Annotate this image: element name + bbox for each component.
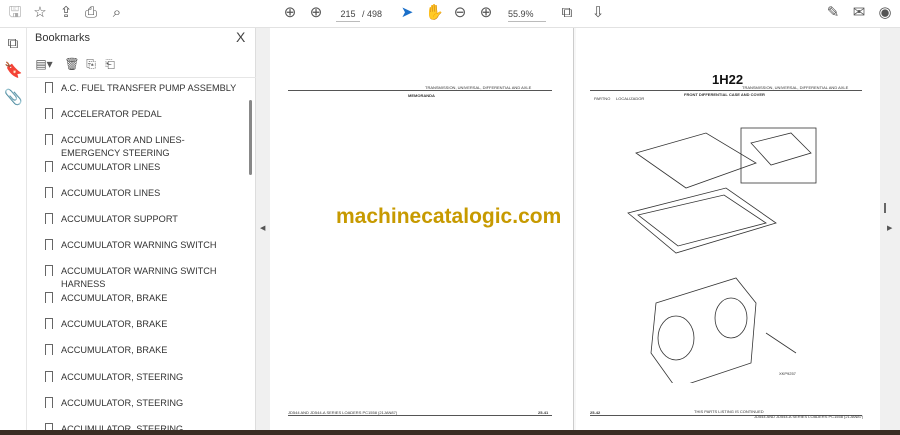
page-number: 25-42 xyxy=(590,410,601,415)
print-icon[interactable]: ⎙ xyxy=(82,5,100,21)
close-icon[interactable]: X xyxy=(236,29,245,45)
page-subheader: MEMORANDA xyxy=(408,93,435,98)
search-icon[interactable]: ⌕ xyxy=(108,5,126,21)
parts-diagram xyxy=(627,127,817,383)
bookmark-item[interactable]: A.C. FUEL TRANSFER PUMP ASSEMBLY xyxy=(45,82,241,95)
page-code: 1H22 xyxy=(712,72,744,87)
pages-icon[interactable]: ⧉ xyxy=(4,36,22,52)
bookmark-icon xyxy=(45,82,53,93)
bookmark-label: ACCUMULATOR LINES xyxy=(61,188,161,198)
bookmark-item[interactable]: ACCUMULATOR LINES xyxy=(45,187,241,200)
page-subheader: FRONT DIFFERENTIAL CASE AND COVER xyxy=(684,92,765,97)
delete-icon[interactable]: 🗑 xyxy=(63,56,81,72)
bookmark-icon xyxy=(45,292,53,303)
bookmark-icon xyxy=(45,423,53,430)
sign-icon[interactable]: ✎ xyxy=(824,5,842,21)
page-number-input[interactable]: 215 xyxy=(336,6,360,22)
figure-id: XKP9257 xyxy=(779,371,796,376)
bookmark-icon xyxy=(45,344,53,355)
bookmark-item[interactable]: ACCUMULATOR WARNING SWITCH HARNESS xyxy=(45,265,241,291)
zoom-in-icon[interactable]: ⊕ xyxy=(477,5,495,21)
select-cursor-icon[interactable]: ➤ xyxy=(398,5,416,21)
taskbar xyxy=(0,430,900,435)
account-icon[interactable]: ◉ xyxy=(876,5,894,21)
bookmark-label: ACCUMULATOR WARNING SWITCH HARNESS xyxy=(61,266,217,289)
watermark: machinecatalogic.com xyxy=(336,205,562,228)
bookmarks-panel: Bookmarks X ▤▾ 🗑 ⎘ ⎗ A.C. FUEL TRANSFER … xyxy=(27,28,256,430)
page-right: 1H22 TRANSMISSION, UNIVERSAL, DIFFERENTI… xyxy=(576,28,880,430)
zoom-select[interactable]: 55.9% xyxy=(508,6,546,22)
collapse-arrow-icon[interactable]: ◀ xyxy=(260,224,265,232)
page-footer: JD544 AND JD544-A SERIES LOADERS PC1558 … xyxy=(288,410,398,415)
bookmark-icon xyxy=(45,371,53,382)
ref-label: PARTNO xyxy=(594,96,611,101)
bookmark-item[interactable]: ACCUMULATOR, BRAKE xyxy=(45,292,241,305)
bookmark-item[interactable]: ACCUMULATOR SUPPORT xyxy=(45,213,241,226)
page-footer: JD544 AND JD544-A SERIES LOADERS PC1558 … xyxy=(754,414,864,419)
bookmark-star-icon[interactable]: ☆ xyxy=(31,5,49,21)
email-icon[interactable]: ✉ xyxy=(850,5,868,21)
ref-label: LOCALIZADOR xyxy=(616,96,645,101)
bookmark-item[interactable]: ACCELERATOR PEDAL xyxy=(45,108,241,121)
bookmark-label: ACCUMULATOR AND LINES-EMERGENCY STEERING xyxy=(61,135,185,158)
prev-page-icon[interactable]: ⊕ xyxy=(281,5,299,21)
fit-page-icon[interactable]: ⧉ xyxy=(558,5,576,21)
bookmark-icon xyxy=(45,134,53,145)
scroll-mode-icon[interactable]: ⇩ xyxy=(589,5,607,21)
bookmark-label: ACCUMULATOR, STEERING xyxy=(61,372,184,382)
toolbar: 🖫 ☆ ⇪ ⎙ ⌕ ⊕ ⊕ 215 / 498 ➤ ✋ ⊖ ⊕ 55.9% ⧉ … xyxy=(0,0,900,28)
bookmark-label: ACCUMULATOR, BRAKE xyxy=(61,345,168,355)
bookmark-icon xyxy=(45,239,53,250)
bookmark-item[interactable]: ACCUMULATOR WARNING SWITCH xyxy=(45,239,241,252)
find-bookmark-icon[interactable]: ⎗ xyxy=(101,56,119,72)
scroll-thumb[interactable] xyxy=(884,203,886,213)
bookmark-icon xyxy=(45,265,53,276)
bookmark-icon xyxy=(45,397,53,408)
expand-arrow-icon[interactable]: ▶ xyxy=(887,224,892,232)
add-bookmark-icon[interactable]: ⎘ xyxy=(82,56,100,72)
bookmark-label: ACCUMULATOR, STEERING xyxy=(61,398,184,408)
bookmark-label: ACCUMULATOR LINES xyxy=(61,162,161,172)
bookmark-icon xyxy=(45,108,53,119)
next-page-icon[interactable]: ⊕ xyxy=(307,5,325,21)
side-icon-strip: ⧉ 🔖 📎 xyxy=(0,28,27,430)
bookmark-item[interactable]: ACCUMULATOR, STEERING xyxy=(45,397,241,410)
page-left: TRANSMISSION, UNIVERSAL, DIFFERENTIAL AN… xyxy=(270,28,574,430)
options-menu-icon[interactable]: ▤▾ xyxy=(35,56,53,72)
bookmark-item[interactable]: ACCUMULATOR, BRAKE xyxy=(45,318,241,331)
attachment-icon[interactable]: 📎 xyxy=(4,90,23,106)
right-scroll[interactable]: ▶ xyxy=(880,28,900,430)
page-header: TRANSMISSION, UNIVERSAL, DIFFERENTIAL AN… xyxy=(742,85,849,90)
bookmark-label: ACCUMULATOR, BRAKE xyxy=(61,319,168,329)
bookmark-icon xyxy=(45,187,53,198)
bookmark-icon xyxy=(45,213,53,224)
bookmark-item[interactable]: ACCUMULATOR AND LINES-EMERGENCY STEERING xyxy=(45,134,241,160)
bookmark-icon xyxy=(45,318,53,329)
page-total: / 498 xyxy=(362,9,383,19)
bookmark-label: ACCUMULATOR WARNING SWITCH xyxy=(61,240,217,250)
zoom-out-icon[interactable]: ⊖ xyxy=(451,5,469,21)
bookmark-item[interactable]: ACCUMULATOR, STEERING xyxy=(45,423,241,430)
panel-title: Bookmarks xyxy=(35,32,91,44)
bookmark-label: ACCUMULATOR SUPPORT xyxy=(61,214,178,224)
page-header: TRANSMISSION, UNIVERSAL, DIFFERENTIAL AN… xyxy=(425,85,532,90)
panel-collapse[interactable]: ◀ xyxy=(256,28,270,430)
bookmark-label: ACCUMULATOR, BRAKE xyxy=(61,293,168,303)
save-icon[interactable]: 🖫 xyxy=(6,5,24,21)
bookmark-icon xyxy=(45,161,53,172)
bookmark-tools: ▤▾ 🗑 ⎘ ⎗ xyxy=(27,50,256,78)
page-number: 25-41 xyxy=(538,410,549,415)
hand-tool-icon[interactable]: ✋ xyxy=(425,5,444,21)
bookmark-item[interactable]: ACCUMULATOR, STEERING xyxy=(45,371,241,384)
bookmarks-icon[interactable]: 🔖 xyxy=(4,63,23,79)
bookmark-item[interactable]: ACCUMULATOR LINES xyxy=(45,161,241,174)
upload-cloud-icon[interactable]: ⇪ xyxy=(57,5,75,21)
bookmark-item[interactable]: ACCUMULATOR, BRAKE xyxy=(45,344,241,357)
document-view: TRANSMISSION, UNIVERSAL, DIFFERENTIAL AN… xyxy=(270,28,880,430)
scrollbar[interactable] xyxy=(249,100,252,175)
bookmark-label: ACCELERATOR PEDAL xyxy=(61,109,162,119)
bookmark-list: A.C. FUEL TRANSFER PUMP ASSEMBLY ACCELERA… xyxy=(27,78,249,430)
bookmark-label: A.C. FUEL TRANSFER PUMP ASSEMBLY xyxy=(61,83,237,93)
